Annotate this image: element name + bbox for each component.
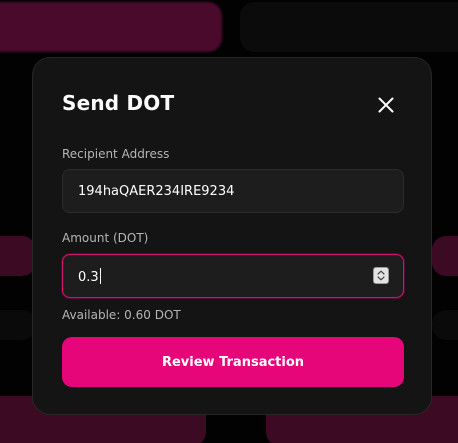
background-card <box>0 236 36 276</box>
recipient-address-input[interactable] <box>62 169 404 213</box>
amount-input[interactable]: 0.3 <box>62 254 404 298</box>
amount-label: Amount (DOT) <box>62 231 149 245</box>
background-card <box>0 2 222 52</box>
available-balance: Available: 0.60 DOT <box>62 308 181 322</box>
recipient-address-label: Recipient Address <box>62 147 170 161</box>
text-caret <box>99 268 101 284</box>
close-button[interactable] <box>374 93 398 117</box>
close-icon <box>378 97 394 113</box>
amount-value: 0.3 <box>78 268 101 285</box>
background-card <box>432 310 458 340</box>
background-card <box>432 236 458 276</box>
number-spinner-icon <box>377 270 385 281</box>
send-dot-modal: Send DOT Recipient Address Amount (DOT) … <box>32 57 432 415</box>
background-card <box>240 2 458 52</box>
review-transaction-button[interactable]: Review Transaction <box>62 337 404 387</box>
modal-title: Send DOT <box>62 91 175 115</box>
background-card <box>0 310 36 340</box>
amount-stepper[interactable] <box>373 267 389 284</box>
